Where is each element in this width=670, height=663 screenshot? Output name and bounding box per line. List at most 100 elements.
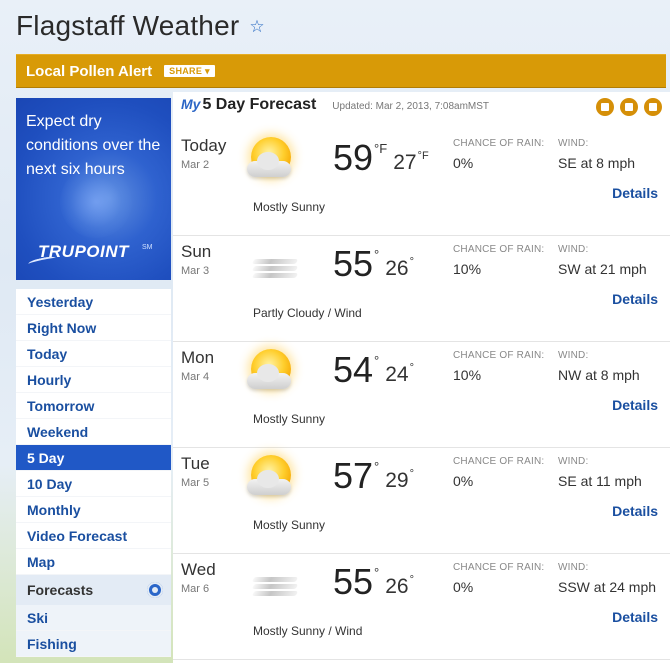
wind-value: SE at 8 mph [558,155,636,171]
rain-label: CHANCE OF RAIN: [453,244,545,255]
pollen-alert-bar[interactable]: Local Pollen Alert SHARE ▾ [16,54,666,88]
forecast-day-row: Mon Mar 4 Mostly Sunny 54 ° 24 ° CHANCE OF RAIN… [173,342,670,448]
details-link[interactable]: Details [612,291,658,307]
service-mark: SM [142,244,153,251]
pollen-alert-title[interactable]: Local Pollen Alert [26,63,152,80]
details-link[interactable]: Details [612,185,658,201]
wind-label: WIND: [558,562,589,573]
day-name: Mon [181,348,215,367]
high-temp: 59 [333,137,374,178]
mostly-sunny-icon [247,347,303,395]
low-temp: 29 [385,469,409,492]
sidebar-item-tomorrow[interactable]: Tomorrow [16,393,171,419]
rain-label: CHANCE OF RAIN: [453,138,545,149]
low-temp: 27 [393,151,417,174]
trupoint-promo[interactable]: Expect dry conditions over the next six … [16,98,171,280]
star-outline-icon[interactable]: ☆ [249,18,264,35]
low-temp: 26 [385,257,409,280]
high-temp: 55 [333,561,374,602]
gear-icon[interactable] [147,582,163,598]
page-header: Flagstaff Weather ☆ [16,6,265,46]
rain-chance: 10% [453,367,482,383]
windy-icon [247,559,303,607]
low-temp-unit: ° [409,574,415,586]
temperature-group: 54 ° 24 ° [333,352,414,388]
low-temp-unit: ° [409,468,415,480]
low-temp-unit: ° [409,362,415,374]
temperature-group: 59 °F 27 °F [333,140,429,176]
condition-text: Mostly Sunny / Wind [253,624,363,638]
details-link[interactable]: Details [612,609,658,625]
day-name: Today [181,136,227,155]
forecast-day-row: Sun Mar 3 Partly Cloudy / Wind 55 ° 26 ° CHANCE… [173,236,670,342]
updated-timestamp: Updated: Mar 2, 2013, 7:08amMST [332,101,490,112]
sidebar-item-map[interactable]: Map [16,549,171,575]
rain-label: CHANCE OF RAIN: [453,562,545,573]
forecast-day-row: Today Mar 2 Mostly Sunny 59 °F 27 °F CHANCE OF … [173,130,670,236]
temperature-group: 55 ° 26 ° [333,564,414,600]
forecast-day-row: Tue Mar 5 Mostly Sunny 57 ° 29 ° CHANCE OF RAIN… [173,448,670,554]
forecast-day-row: Wed Mar 6 Mostly Sunny / Wind 55 ° 26 ° CHANCE … [173,554,670,660]
sidebar-item-weekend[interactable]: Weekend [16,419,171,445]
rain-chance: 0% [453,473,474,489]
day-date: Mar 6 [181,583,210,595]
wind-label: WIND: [558,138,589,149]
condition-text: Partly Cloudy / Wind [253,306,362,320]
day-date: Mar 2 [181,159,210,171]
header-actions [596,98,662,116]
sidebar-nav: Yesterday Right Now Today Hourly Tomorrow Wee… [16,289,171,657]
condition-text: Mostly Sunny [253,412,326,426]
my-logo: My [181,96,201,112]
high-temp-unit: ° [374,459,380,474]
condition-text: Mostly Sunny [253,518,326,532]
trupoint-logo: TRUPOINT [38,242,129,261]
forecasts-section-header: Forecasts [16,575,171,605]
share-button[interactable]: SHARE ▾ [164,65,215,77]
low-temp: 26 [385,575,409,598]
rain-label: CHANCE OF RAIN: [453,456,545,467]
day-date: Mar 3 [181,265,210,277]
details-link[interactable]: Details [612,397,658,413]
day-name: Sun [181,242,212,261]
rain-chance: 10% [453,261,482,277]
forecasts-section-list: Ski Fishing [16,605,171,657]
high-temp: 55 [333,243,374,284]
sidebar-item-hourly[interactable]: Hourly [16,367,171,393]
condition-text: Mostly Sunny [253,200,326,214]
wind-value: SSW at 24 mph [558,579,657,595]
day-name: Wed [181,560,216,579]
email-icon[interactable] [644,98,662,116]
sidebar-item-today[interactable]: Today [16,341,171,367]
sidebar-item-5-day[interactable]: 5 Day [16,445,171,471]
day-name: Tue [181,454,210,473]
sidebar-item-video-forecast[interactable]: Video Forecast [16,523,171,549]
sidebar-item-right-now[interactable]: Right Now [16,315,171,341]
wind-label: WIND: [558,456,589,467]
sidebar-item-yesterday[interactable]: Yesterday [16,289,171,315]
forecast-header: My 5 Day Forecast Updated: Mar 2, 2013, … [181,96,489,122]
wind-value: SE at 11 mph [558,473,642,489]
sidebar-item-10-day[interactable]: 10 Day [16,471,171,497]
high-temp: 54 [333,349,374,390]
high-temp-unit: ° [374,565,380,580]
print-icon[interactable] [620,98,638,116]
low-temp-unit: °F [417,150,429,162]
rain-chance: 0% [453,579,474,595]
high-temp-unit: ° [374,247,380,262]
forecast-panel: My 5 Day Forecast Updated: Mar 2, 2013, … [173,92,670,663]
temperature-group: 55 ° 26 ° [333,246,414,282]
sidebar-item-monthly[interactable]: Monthly [16,497,171,523]
sidebar-item-ski[interactable]: Ski [16,605,171,631]
wind-label: WIND: [558,350,589,361]
mobile-icon[interactable] [596,98,614,116]
wind-value: NW at 8 mph [558,367,640,383]
nav-list: Yesterday Right Now Today Hourly Tomorrow Wee… [16,289,171,575]
mostly-sunny-icon [247,453,303,501]
rain-chance: 0% [453,155,474,171]
sidebar-item-fishing[interactable]: Fishing [16,631,171,657]
low-temp-unit: ° [409,256,415,268]
forecast-title: 5 Day Forecast [202,96,317,113]
day-date: Mar 4 [181,371,210,383]
low-temp: 24 [385,363,409,386]
details-link[interactable]: Details [612,503,658,519]
